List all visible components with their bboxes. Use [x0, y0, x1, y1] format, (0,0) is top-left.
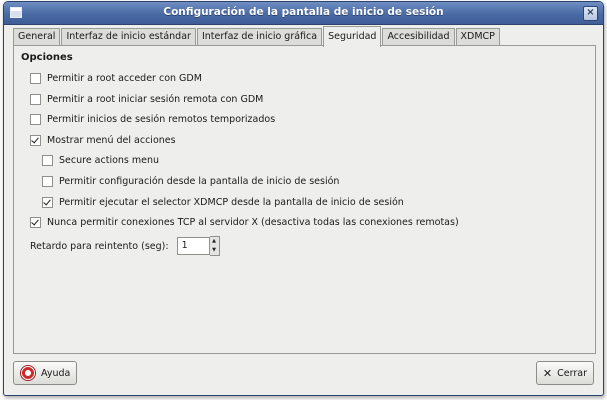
- option-allow-timed-remote[interactable]: Permitir inicios de sesión remotos tempo…: [30, 112, 275, 126]
- checkbox[interactable]: [42, 175, 53, 187]
- window-close-icon[interactable]: ×: [583, 6, 598, 21]
- help-lifebuoy-icon: [20, 365, 36, 381]
- option-label: Permitir configuración desde la pantalla…: [59, 175, 340, 187]
- tab-panel-security: Opciones Permitir a root acceder con GDM…: [13, 45, 596, 354]
- option-secure-actions-menu[interactable]: Secure actions menu: [42, 153, 159, 167]
- option-label: Permitir ejecutar el selector XDMCP desd…: [59, 196, 404, 208]
- option-allow-xdmcp-chooser[interactable]: Permitir ejecutar el selector XDMCP desd…: [42, 195, 404, 209]
- option-label: Permitir a root acceder con GDM: [47, 72, 202, 84]
- checkbox-checked[interactable]: [30, 134, 41, 146]
- checkbox[interactable]: [30, 93, 41, 105]
- option-allow-root-remote[interactable]: Permitir a root iniciar sesión remota co…: [30, 92, 263, 106]
- option-allow-root-login[interactable]: Permitir a root acceder con GDM: [30, 71, 202, 85]
- close-button-label: Cerrar: [557, 367, 587, 379]
- option-label: Secure actions menu: [59, 154, 160, 166]
- option-label: Mostrar menú del acciones: [47, 134, 176, 146]
- checkbox[interactable]: [30, 72, 41, 84]
- checkbox-checked[interactable]: [30, 216, 41, 228]
- option-show-actions-menu[interactable]: Mostrar menú del acciones: [30, 133, 176, 147]
- option-label: Permitir inicios de sesión remotos tempo…: [47, 113, 276, 125]
- help-button[interactable]: Ayuda: [13, 361, 78, 385]
- options-heading: Opciones: [21, 52, 73, 63]
- tab-general[interactable]: General: [13, 28, 61, 46]
- window-title: Configuración de la pantalla de inicio d…: [163, 6, 444, 18]
- option-label: Permitir a root iniciar sesión remota co…: [47, 93, 264, 105]
- checkbox[interactable]: [30, 113, 41, 125]
- tab-graphical-greeter[interactable]: Interfaz de inicio gráfica: [196, 28, 323, 46]
- retry-delay-spinner[interactable]: ▲ ▼: [209, 236, 220, 256]
- tab-accessibility[interactable]: Accesibilidad: [382, 28, 455, 46]
- retry-delay-label: Retardo para reintento (seg):: [30, 240, 169, 252]
- spin-down-icon[interactable]: ▼: [210, 246, 219, 255]
- tab-bar: General Interfaz de inicio estándar Inte…: [13, 26, 501, 47]
- retry-delay-row: Retardo para reintento (seg): 1 ▲ ▼: [30, 236, 220, 256]
- close-button[interactable]: ✕ Cerrar: [535, 361, 594, 385]
- tab-xdmcp[interactable]: XDMCP: [455, 28, 500, 46]
- checkbox-checked[interactable]: [42, 196, 53, 208]
- title-bar[interactable]: Configuración de la pantalla de inicio d…: [4, 2, 603, 25]
- window-menu-icon[interactable]: [10, 7, 22, 18]
- option-label: Nunca permitir conexiones TCP al servido…: [47, 216, 459, 228]
- tab-standard-greeter[interactable]: Interfaz de inicio estándar: [61, 28, 196, 46]
- option-disallow-tcp[interactable]: Nunca permitir conexiones TCP al servido…: [30, 215, 459, 229]
- spin-up-icon[interactable]: ▲: [210, 237, 219, 246]
- close-x-icon: ✕: [542, 366, 553, 380]
- retry-delay-input[interactable]: 1: [176, 237, 210, 255]
- checkbox[interactable]: [42, 154, 53, 166]
- help-button-label: Ayuda: [41, 367, 71, 379]
- tab-security[interactable]: Seguridad: [323, 26, 382, 47]
- dialog-window: Configuración de la pantalla de inicio d…: [3, 1, 604, 396]
- option-allow-config[interactable]: Permitir configuración desde la pantalla…: [42, 174, 339, 188]
